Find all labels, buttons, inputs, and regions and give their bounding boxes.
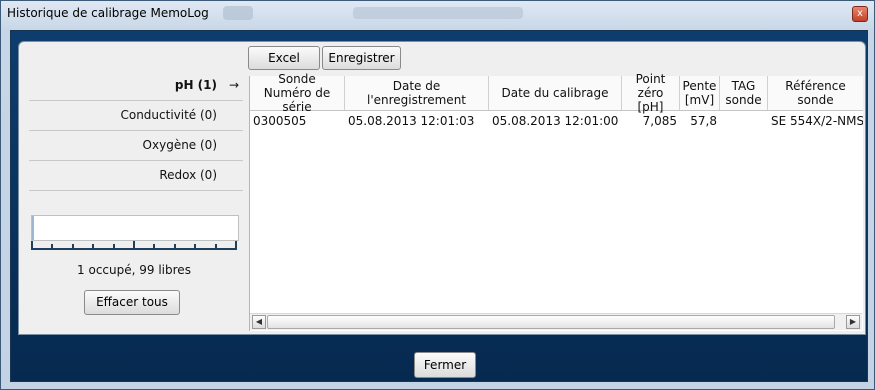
cell-slope: 57,8 xyxy=(690,114,717,128)
category-label: pH (1) xyxy=(174,78,217,92)
blurred-tab xyxy=(353,7,523,19)
ruler-tick xyxy=(133,241,135,249)
column-header[interactable]: Pente [mV] xyxy=(680,76,720,110)
memory-ruler xyxy=(31,241,237,255)
ruler-tick xyxy=(235,241,237,249)
cell-record-date: 05.08.2013 12:01:03 xyxy=(348,114,475,128)
column-header[interactable]: TAG sonde xyxy=(720,76,768,110)
clear-all-button[interactable]: Effacer tous xyxy=(84,290,180,315)
column-header[interactable]: Point zéro [pH] xyxy=(622,72,680,114)
memory-usage-fill xyxy=(32,216,34,240)
window-title: Historique de calibrage MemoLog xyxy=(7,6,209,20)
ruler-tick xyxy=(153,244,155,249)
calibration-table: Sonde Numéro de série Date de l'enregist… xyxy=(249,72,863,331)
table-row[interactable]: 0300505 05.08.2013 12:01:03 05.08.2013 1… xyxy=(250,111,863,131)
memory-usage-text: 1 occupé, 99 libres xyxy=(77,263,191,277)
column-header[interactable]: Date du calibrage xyxy=(489,76,622,110)
cell-serial: 0300505 xyxy=(253,114,307,128)
table-header: Sonde Numéro de série Date de l'enregist… xyxy=(250,72,863,114)
column-header[interactable]: Date de l'enregistrement xyxy=(345,76,489,110)
scroll-left-icon[interactable]: ◀ xyxy=(252,315,266,329)
save-button[interactable]: Enregistrer xyxy=(322,46,401,70)
ruler-tick xyxy=(113,244,115,249)
calibration-history-window: Historique de calibrage MemoLog x Excel … xyxy=(0,0,875,390)
ruler-tick xyxy=(51,244,53,249)
category-label: Oxygène (0) xyxy=(142,138,217,152)
cell-zero-point: 7,085 xyxy=(642,114,677,128)
category-conductivity[interactable]: Conductivité (0) xyxy=(29,101,243,131)
close-window-button[interactable]: x xyxy=(852,6,868,22)
ruler-tick xyxy=(92,244,94,249)
category-label: Conductivité (0) xyxy=(120,108,217,122)
blurred-tab xyxy=(223,6,253,20)
category-redox[interactable]: Redox (0) xyxy=(29,161,243,191)
ruler-tick xyxy=(31,241,33,249)
title-bar: Historique de calibrage MemoLog x xyxy=(1,1,874,27)
ruler-tick xyxy=(215,244,217,249)
scroll-thumb[interactable] xyxy=(267,315,835,329)
close-icon: x xyxy=(857,8,863,19)
category-list: pH (1) → Conductivité (0) Oxygène (0) Re… xyxy=(29,71,243,191)
arrow-right-icon: → xyxy=(228,78,239,92)
category-ph[interactable]: pH (1) → xyxy=(29,71,243,101)
column-header[interactable]: Référence sonde xyxy=(768,76,863,110)
cell-calibration-date: 05.08.2013 12:01:00 xyxy=(492,114,619,128)
cell-tag xyxy=(720,111,768,131)
category-oxygen[interactable]: Oxygène (0) xyxy=(29,131,243,161)
close-button[interactable]: Fermer xyxy=(414,352,476,378)
ruler-tick xyxy=(72,244,74,249)
excel-button[interactable]: Excel xyxy=(248,46,320,70)
category-label: Redox (0) xyxy=(159,168,217,182)
column-header[interactable]: Sonde Numéro de série xyxy=(250,72,345,114)
ruler-tick xyxy=(194,244,196,249)
cell-reference: SE 554X/2-NMSI xyxy=(771,114,863,128)
scroll-right-icon[interactable]: ▶ xyxy=(846,315,860,329)
memory-usage-bar xyxy=(31,215,239,241)
horizontal-scrollbar[interactable]: ◀ ▶ xyxy=(250,313,862,330)
ruler-tick xyxy=(174,244,176,249)
